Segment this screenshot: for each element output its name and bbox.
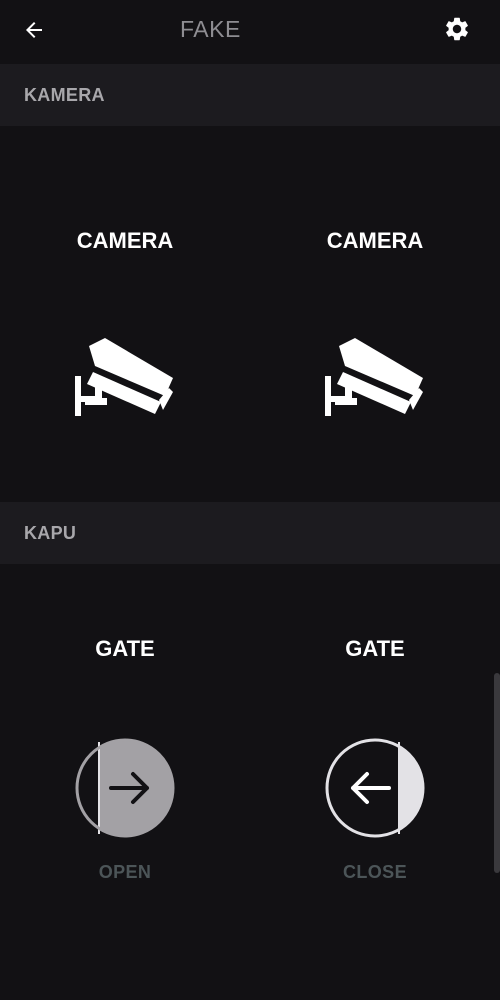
top-app-bar: FAKE (0, 0, 500, 62)
section-header-kamera: KAMERA (0, 64, 500, 126)
security-camera-icon (325, 338, 423, 416)
gate-close-tile[interactable]: GATE CLOSE (250, 564, 500, 900)
tile-label: CAMERA (76, 228, 174, 253)
section-header-kapu: KAPU (0, 502, 500, 564)
app-screen: FAKE KAMERA CAMERA CAMERA KAPU GATE OPEN… (0, 0, 500, 1000)
gate-status-label: CLOSE (342, 862, 407, 882)
security-camera-icon (75, 338, 173, 416)
tile-label: CAMERA (326, 228, 424, 253)
tile-label: GATE (345, 636, 405, 661)
gate-open-tile[interactable]: GATE OPEN (0, 564, 250, 900)
back-button[interactable] (14, 12, 54, 48)
gate-open-icon (75, 738, 175, 838)
gate-close-icon (325, 738, 425, 838)
camera-tile-1[interactable]: CAMERA (0, 126, 250, 500)
tile-icon-wrapper (250, 336, 500, 422)
settings-button[interactable] (436, 10, 478, 48)
page-title: FAKE (180, 16, 241, 42)
arrow-left-icon (26, 22, 42, 38)
tile-icon-wrapper (0, 738, 250, 838)
camera-tile-2[interactable]: CAMERA (250, 126, 500, 500)
scrollbar[interactable] (494, 673, 500, 873)
tile-icon-wrapper (250, 738, 500, 838)
gear-icon (446, 17, 468, 41)
gate-status-label: OPEN (98, 862, 152, 882)
tile-icon-wrapper (0, 336, 250, 422)
tile-label: GATE (95, 636, 155, 661)
